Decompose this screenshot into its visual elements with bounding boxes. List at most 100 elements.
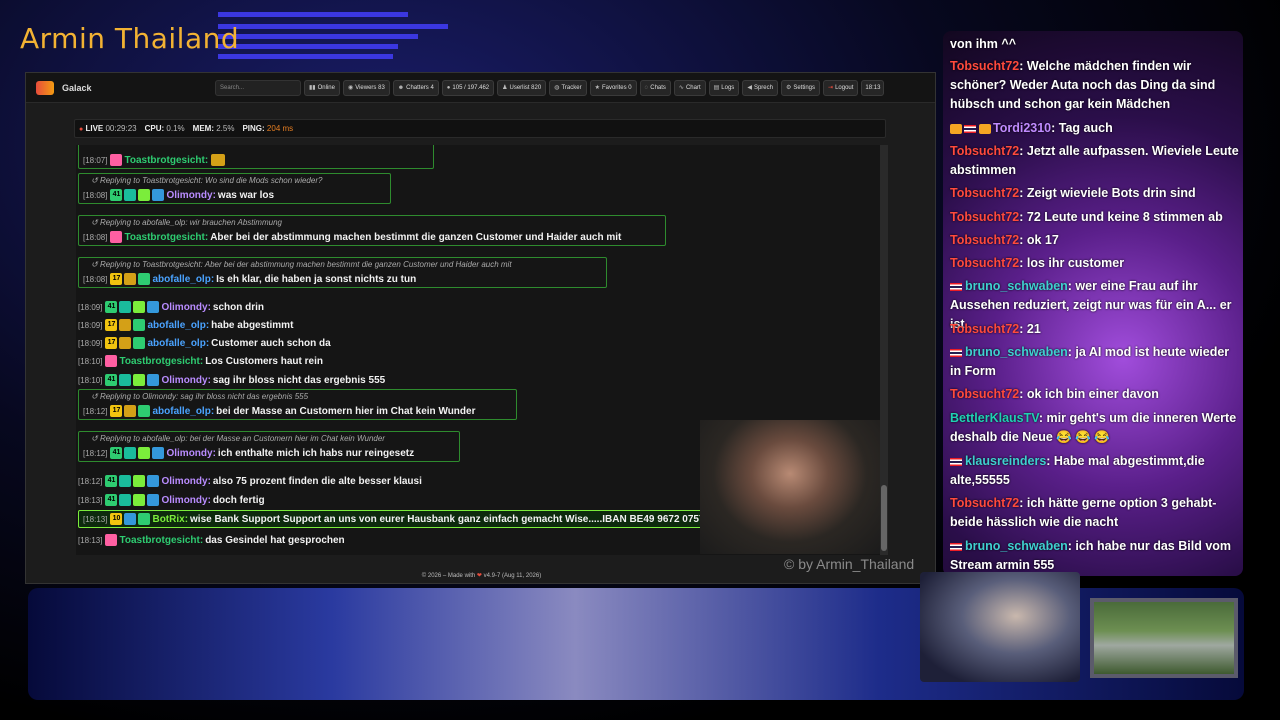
nav-chart[interactable]: ∿ Chart (673, 79, 706, 96)
badge-icon (119, 319, 132, 331)
reply-context: ↺ Replying to abofalle_olp: bei der Mass… (91, 434, 385, 443)
nav-viewers[interactable]: ◉ Viewers 83 (342, 79, 390, 96)
chat-message: ↺ Replying to abofalle_olp: bei der Mass… (78, 431, 460, 462)
nav-tracker[interactable]: ◍ Tracker (549, 79, 587, 96)
chat-message: ↺ Replying to Toastbrotgesicht: Aber bei… (78, 257, 607, 288)
badge-icon (138, 273, 151, 285)
user-icon: ♟ (502, 85, 508, 91)
decor-line (218, 54, 393, 59)
side-chat-message: Tobsucht72: Welche mädchen finden wir sc… (950, 59, 1216, 111)
chat-scrollbar[interactable] (880, 145, 888, 555)
eye-icon: ◉ (347, 85, 354, 91)
watermark: © by Armin_Thailand (784, 556, 915, 572)
chat-message: [18:07] Toastbrotgesicht: (78, 145, 434, 169)
badge-icon (147, 301, 160, 313)
badge-icon: 41 (105, 301, 118, 313)
chart-icon: ∿ (678, 85, 684, 91)
side-chat-message: Tobsucht72: Jetzt alle aufpassen. Wievie… (950, 144, 1239, 177)
tracker-icon: ◍ (554, 85, 560, 91)
webcam-overlay (700, 420, 880, 554)
highlighted-message: [18:13] 10 BotRix: wise Bank Support Suppor… (78, 510, 786, 528)
webcam-streamer (920, 572, 1080, 682)
nav-chats[interactable]: ◌ Chats (639, 79, 671, 96)
chat-message: [18:09] 17 abofalle_olp: habe abgestimmt (78, 319, 294, 331)
nav-sprech[interactable]: ◀ Sprech (742, 79, 778, 96)
badge-icon: 41 (110, 189, 123, 201)
badge-icon (138, 513, 151, 525)
badge-icon: 17 (110, 405, 123, 417)
mem-stat: MEM: 2.5% (192, 124, 235, 133)
top-toolbar: Galack Search... ▮▮ Online ◉ Viewers 83 ☻ C… (26, 73, 935, 103)
chat-message: ↺ Replying to Toastbrotgesicht: Wo sind … (78, 173, 391, 204)
side-chat-message: Tobsucht72: 72 Leute und keine 8 stimmen… (950, 210, 1223, 224)
reply-context: ↺ Replying to Toastbrotgesicht: Aber bei… (91, 260, 512, 269)
side-chat-message: Tobsucht72: ok ich bin einer davon (950, 387, 1159, 401)
chat-message: ↺ Replying to abofalle_olp: wir brauchen… (78, 215, 666, 246)
badge-icon (119, 475, 132, 487)
chat-message: [18:12] 41 Olimondy: also 75 prozent finden… (78, 475, 422, 487)
flag-icon (964, 124, 976, 133)
app-name: Galack (62, 82, 92, 93)
badge-icon (152, 447, 165, 459)
badge-icon (119, 374, 132, 386)
logs-icon: ▤ (713, 85, 720, 91)
badge-icon (133, 374, 146, 386)
star-icon: ★ (594, 85, 600, 91)
search-input[interactable]: Search... (215, 79, 301, 96)
badge-icon (124, 405, 137, 417)
nav-logout[interactable]: ⇥ Logout (823, 79, 859, 96)
nav-online[interactable]: ▮▮ Online (304, 79, 340, 96)
side-chat-message: bruno_schwaben: ja AI mod ist heute wied… (950, 345, 1230, 378)
badge-icon: 17 (110, 273, 123, 285)
badge-icon (147, 494, 160, 506)
badge-icon: 41 (105, 374, 118, 386)
chat-message: [18:10] 41 Olimondy: sag ihr bloss nicht da… (78, 374, 386, 386)
clock: 18:13 (861, 79, 885, 96)
badge-icon (138, 189, 151, 201)
decor-line (218, 44, 398, 49)
decor-line (218, 24, 448, 29)
heart-icon: ❤ (476, 573, 482, 579)
side-chat-message: Tobsucht72: 21 (950, 322, 1041, 336)
badge-icon: 41 (110, 447, 123, 459)
nav-chatters[interactable]: ☻ Chatters 4 (392, 79, 439, 96)
side-chat-message: Tobsucht72: los ihr customer (950, 256, 1125, 270)
side-chat-message: bruno_schwaben: ich habe nur das Bild vo… (950, 539, 1232, 572)
stream-title: Armin Thailand (20, 22, 240, 55)
nav-favorites[interactable]: ★ Favorites 0 (589, 79, 637, 96)
status-bar: ● LIVE 00:29:23 CPU: 0.1% MEM: 2.5% PING… (74, 119, 886, 138)
gear-icon: ⚙ (785, 85, 792, 91)
side-chat-message: Tobsucht72: Zeigt wieviele Bots drin sin… (950, 186, 1196, 200)
flag-icon (950, 348, 962, 357)
side-chat-message: Tobsucht72: ok 17 (950, 233, 1059, 247)
nav-messages[interactable]: ● 105 / 197.462 (441, 79, 495, 96)
decor-line (218, 34, 418, 39)
online-dot-icon: ▮▮ (309, 85, 316, 91)
crown-icon (979, 123, 991, 134)
live-indicator: ● LIVE 00:29:23 (79, 124, 137, 133)
badge-icon (133, 337, 146, 349)
chat-message: [18:13] 41 Olimondy: doch fertig (78, 494, 265, 506)
emote-icon (211, 154, 226, 166)
badge-icon: 17 (105, 337, 118, 349)
side-chat-message: Tobsucht72: ich hätte gerne option 3 geh… (950, 496, 1217, 529)
scroll-thumb[interactable] (881, 485, 887, 551)
nav-logs[interactable]: ▤ Logs (708, 79, 740, 96)
badge-icon (110, 231, 123, 243)
badge-icon (119, 301, 132, 313)
chat-message: [18:09] 41 Olimondy: schon drin (78, 301, 265, 313)
footer: © 2026 – Made with ❤ v4.9-7 (Aug 11, 202… (421, 573, 542, 579)
nav-settings[interactable]: ⚙ Settings (780, 79, 821, 96)
flag-icon (950, 542, 962, 551)
badge-icon (138, 405, 151, 417)
nav-userlist[interactable]: ♟ Userlist 820 (497, 79, 547, 96)
reply-context: ↺ Replying to Toastbrotgesicht: Wo sind … (91, 176, 323, 185)
badge-icon: 41 (105, 494, 118, 506)
badge-icon (119, 337, 132, 349)
badge-icon (110, 154, 123, 166)
live-dot-icon: ● (79, 126, 84, 133)
logout-icon: ⇥ (828, 85, 834, 91)
flag-icon (950, 457, 962, 466)
reply-context: ↺ Replying to abofalle_olp: wir brauchen… (91, 218, 282, 227)
badge-icon (124, 447, 137, 459)
